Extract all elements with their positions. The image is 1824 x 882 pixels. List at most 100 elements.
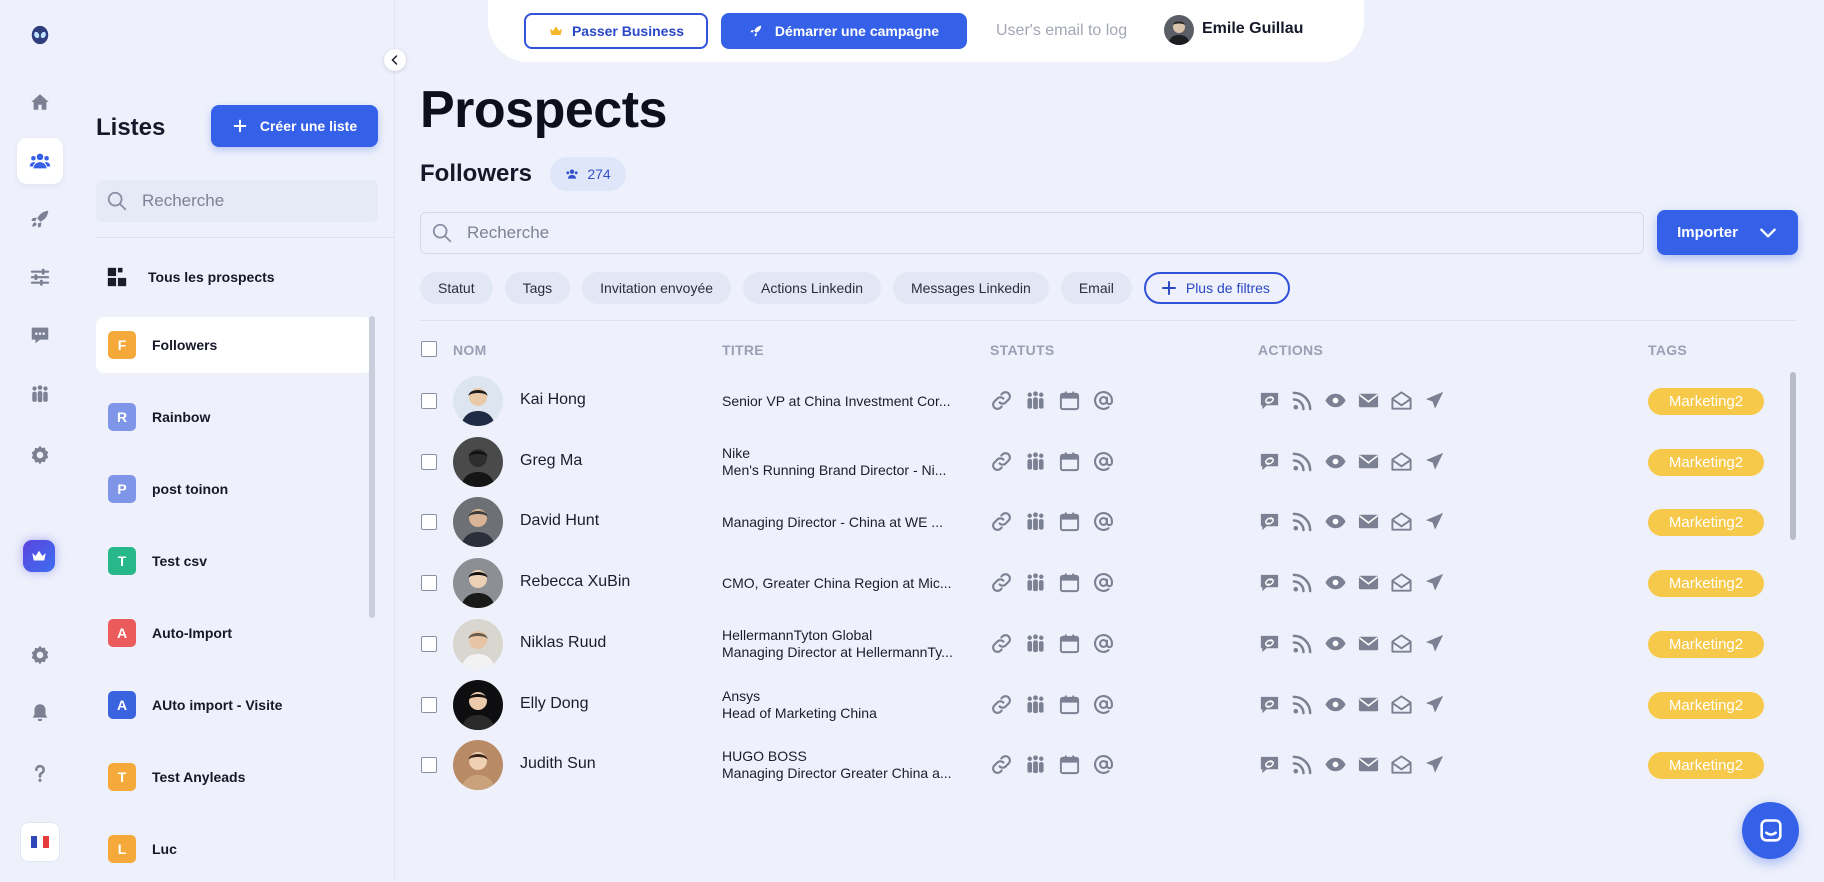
calendar-icon[interactable] [1058,450,1081,473]
language-button[interactable] [20,822,60,862]
upgrade-business-button[interactable]: Passer Business [524,13,708,49]
table-row[interactable]: Rebecca XuBin CMO, Greater China Region a… [420,552,1780,614]
send-icon[interactable] [1423,693,1446,716]
avatar[interactable] [453,376,503,426]
row-checkbox[interactable] [421,393,437,409]
eye-icon[interactable] [1324,571,1347,594]
team-icon[interactable] [1024,510,1047,533]
linkedin-message-icon[interactable] [1258,753,1281,776]
rocket-icon[interactable] [17,196,63,242]
support-chat-button[interactable] [1742,802,1799,859]
user-avatar[interactable] [1164,15,1194,45]
list-item[interactable]: L Luc [96,821,372,877]
linkedin-message-icon[interactable] [1258,632,1281,655]
user-email-input[interactable] [996,18,1132,44]
filter-chip[interactable]: Statut [420,272,493,304]
link-icon[interactable] [990,510,1013,533]
calendar-icon[interactable] [1058,753,1081,776]
avatar[interactable] [453,436,503,487]
start-campaign-button[interactable]: Démarrer une campagne [721,13,967,49]
eye-icon[interactable] [1324,632,1347,655]
at-sign-icon[interactable] [1092,510,1115,533]
mail-open-icon[interactable] [1390,450,1413,473]
import-button[interactable]: Importer [1657,210,1798,255]
linkedin-message-icon[interactable] [1258,510,1281,533]
chat-icon[interactable] [17,312,63,358]
send-icon[interactable] [1423,571,1446,594]
column-tags[interactable]: TAGS [1648,342,1687,358]
team-icon[interactable] [17,371,63,417]
rss-follow-icon[interactable] [1291,510,1314,533]
table-scrollbar[interactable] [1790,372,1796,540]
table-row[interactable]: Judith Sun HUGO BOSS Managing Director Gre… [420,734,1780,796]
at-sign-icon[interactable] [1092,693,1115,716]
team-icon[interactable] [1024,632,1047,655]
link-icon[interactable] [990,450,1013,473]
mail-open-icon[interactable] [1390,753,1413,776]
tag-badge[interactable]: Marketing2 [1648,448,1764,476]
row-checkbox[interactable] [421,453,437,470]
link-icon[interactable] [990,753,1013,776]
sliders-icon[interactable] [17,254,63,300]
eye-icon[interactable] [1324,753,1347,776]
rss-follow-icon[interactable] [1291,450,1314,473]
create-list-button[interactable]: Créer une liste [211,105,378,147]
rss-follow-icon[interactable] [1291,753,1314,776]
table-row[interactable]: Kai Hong Senior VP at China Investment Co… [420,370,1780,432]
bell-icon[interactable] [17,690,63,736]
mail-open-icon[interactable] [1390,571,1413,594]
eye-icon[interactable] [1324,389,1347,412]
filter-chip[interactable]: Actions Linkedin [743,272,881,304]
table-row[interactable]: David Hunt Managing Director - China at W… [420,491,1780,553]
at-sign-icon[interactable] [1092,632,1115,655]
team-icon[interactable] [1024,571,1047,594]
filter-chip[interactable]: Invitation envoyée [582,272,732,304]
row-checkbox[interactable] [421,696,437,713]
prospect-name[interactable]: Rebecca XuBin [520,573,630,591]
mail-icon[interactable] [1357,510,1380,533]
row-checkbox[interactable] [421,575,437,592]
send-icon[interactable] [1423,389,1446,412]
rss-follow-icon[interactable] [1291,632,1314,655]
user-name[interactable]: Emile Guillau [1202,20,1312,38]
avatar[interactable] [453,618,503,669]
calendar-icon[interactable] [1058,510,1081,533]
team-icon[interactable] [1024,389,1047,412]
collapse-panel-button[interactable] [384,49,406,71]
column-actions[interactable]: ACTIONS [1258,342,1323,358]
at-sign-icon[interactable] [1092,450,1115,473]
calendar-icon[interactable] [1058,571,1081,594]
column-name[interactable]: NOM [453,342,487,358]
eye-icon[interactable] [1324,693,1347,716]
prospect-name[interactable]: Greg Ma [520,452,582,470]
tag-badge[interactable]: Marketing2 [1648,570,1764,598]
lists-scrollbar[interactable] [369,316,375,618]
eye-icon[interactable] [1324,450,1347,473]
mail-icon[interactable] [1357,753,1380,776]
rss-follow-icon[interactable] [1291,693,1314,716]
column-status[interactable]: STATUTS [990,342,1055,358]
mail-icon[interactable] [1357,632,1380,655]
prospect-name[interactable]: Judith Sun [520,755,596,773]
home-icon[interactable] [17,79,63,125]
link-icon[interactable] [990,571,1013,594]
tag-badge[interactable]: Marketing2 [1648,388,1764,415]
send-icon[interactable] [1423,632,1446,655]
team-icon[interactable] [1024,450,1047,473]
mail-open-icon[interactable] [1390,510,1413,533]
table-row[interactable]: Niklas Ruud HellermannTyton Global Managin… [420,613,1780,675]
row-checkbox[interactable] [421,757,437,774]
mail-icon[interactable] [1357,389,1380,412]
rss-follow-icon[interactable] [1291,389,1314,412]
team-icon[interactable] [1024,753,1047,776]
avatar[interactable] [453,740,503,791]
more-filters-button[interactable]: Plus de filtres [1143,272,1290,304]
list-item[interactable]: Ppost toinon [96,461,372,517]
at-sign-icon[interactable] [1092,753,1115,776]
calendar-icon[interactable] [1058,693,1081,716]
filter-chip[interactable]: Email [1060,272,1132,304]
filter-chip[interactable]: Tags [504,272,571,304]
team-icon[interactable] [1024,693,1047,716]
at-sign-icon[interactable] [1092,389,1115,412]
calendar-icon[interactable] [1058,389,1081,412]
